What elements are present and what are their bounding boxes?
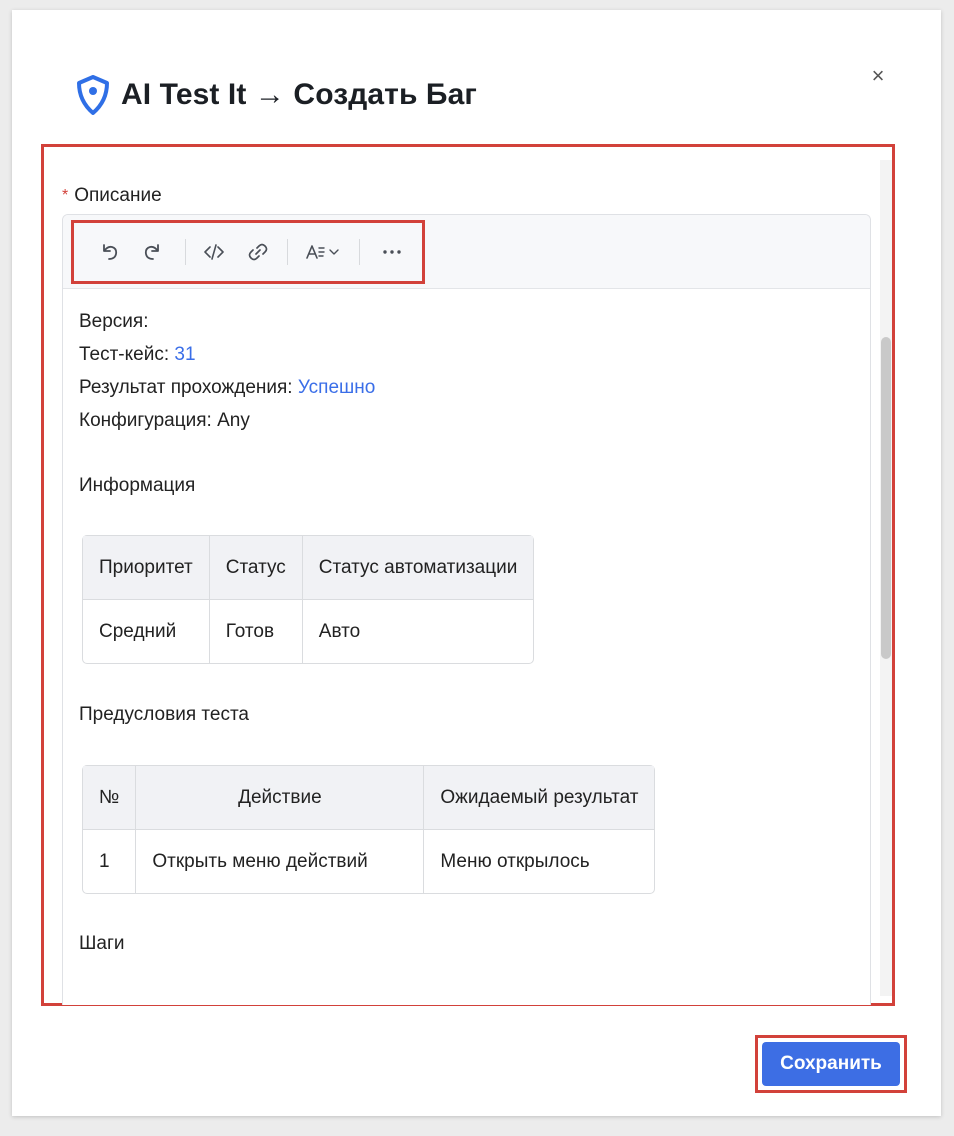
preconditions-section-title: Предусловия теста [79,704,249,725]
table-row: 1 Открыть меню действий Меню открылось [83,830,654,893]
info-section-title: Информация [79,475,196,496]
table-header-cell: Действие [136,766,425,830]
shield-pin-logo-icon [77,75,109,115]
preconditions-table: № Действие Ожидаемый результат 1 Открыть… [82,765,656,894]
description-label-text: Описание [74,185,162,206]
dialog-title: AI Test It → Создать Баг [121,78,477,111]
table-cell: 1 [83,830,137,893]
description-label: * Описание [62,185,162,207]
table-header-cell: № [83,766,137,830]
dialog-header: AI Test It → Создать Баг [77,70,477,120]
testcase-link[interactable]: 31 [174,344,195,365]
table-cell: Готов [210,600,303,663]
link-icon[interactable] [247,241,269,263]
dialog: AI Test It → Создать Баг × * Описание Ве… [12,10,941,1116]
close-icon[interactable]: × [867,65,889,87]
table-cell: Авто [318,620,361,642]
result-label: Результат прохождения: [79,377,293,398]
version-label: Версия: [79,311,149,332]
table-header-cell: Статус [209,536,303,600]
table-header-row: № Действие Ожидаемый результат [83,766,655,830]
table-cell: Средний [83,600,210,663]
undo-icon[interactable] [99,241,121,263]
code-icon[interactable] [203,241,225,263]
required-mark: * [62,187,69,204]
info-table: Приоритет Статус Статус автоматизации Ср… [82,535,535,664]
text-format-icon[interactable] [305,241,345,263]
more-icon[interactable] [381,241,403,263]
save-button[interactable]: Сохранить [762,1042,900,1086]
editor-toolbar [63,215,870,289]
description-editor[interactable]: Версия: Тест-кейс: 31 Результат прохожде… [62,214,871,1005]
table-cell: Меню открылось [440,850,590,872]
table-header-cell: Ожидаемый результат [424,766,655,830]
redo-icon[interactable] [141,241,163,263]
table-row: Средний Готов Авто [83,600,533,663]
testcase-label: Тест-кейс: [79,344,170,365]
toolbar-divider [185,239,186,265]
steps-section-title: Шаги [79,933,125,954]
result-line: Результат прохождения: Успешно [79,371,375,404]
table-header-cell: Приоритет [83,536,210,600]
editor-content: Версия: Тест-кейс: 31 Результат прохожде… [79,305,375,437]
toolbar-divider [359,239,360,265]
table-header-cell: Статус автоматизации [302,536,534,600]
table-header-row: Приоритет Статус Статус автоматизации [83,536,534,600]
config-line: Конфигурация: Any [79,404,375,437]
table-cell: Открыть меню действий [136,830,425,893]
testcase-line: Тест-кейс: 31 [79,338,375,371]
version-line: Версия: [79,305,375,338]
toolbar-divider [287,239,288,265]
config-value: Any [217,410,250,431]
config-label: Конфигурация: [79,410,212,431]
result-link[interactable]: Успешно [298,377,375,398]
scrollbar-thumb[interactable] [881,337,891,659]
